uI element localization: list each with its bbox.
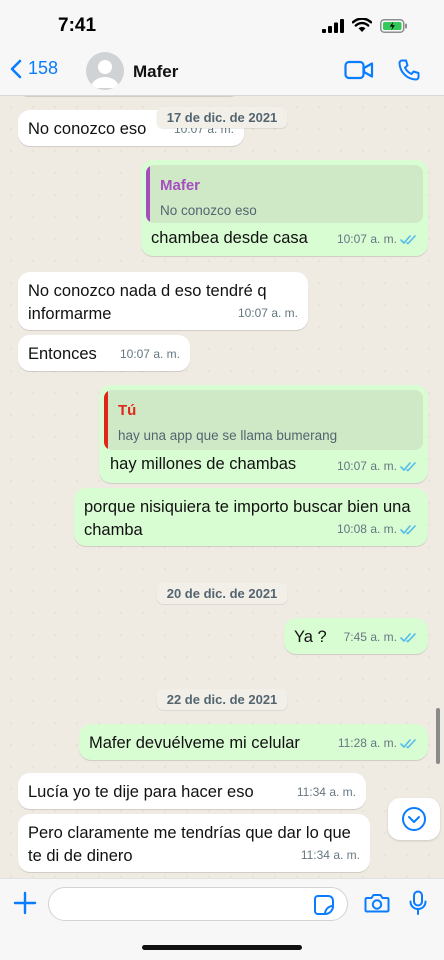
- quote-bar: [104, 390, 108, 450]
- avatar[interactable]: [86, 52, 124, 90]
- message-text: chambea desde casa: [151, 229, 308, 247]
- microphone-button[interactable]: [408, 890, 428, 921]
- quoted-message[interactable]: Tú hay una app que se llama bumerang: [104, 390, 423, 450]
- status-bar: 7:41: [0, 0, 444, 48]
- avatar-icon: [91, 60, 119, 88]
- status-time: 7:41: [58, 15, 97, 36]
- message-time: 10:07 a. m.: [336, 232, 397, 246]
- message-bubble[interactable]: Mafer No conozco eso chambea desde casa …: [141, 160, 428, 256]
- input-bar: [0, 878, 444, 960]
- chat-header: 158 Mafer: [0, 48, 444, 96]
- back-button[interactable]: 158: [10, 58, 58, 79]
- chat-area[interactable]: No conozco eso 10:07 a. m. 17 de dic. de…: [0, 96, 444, 878]
- quote-text: hay una app que se llama bumerang: [118, 428, 338, 443]
- message-text: Entonces: [28, 345, 97, 363]
- quote-bar: [146, 165, 150, 223]
- camera-icon: [364, 894, 390, 913]
- message-meta: 10:07 a. m.: [238, 302, 298, 325]
- message-input[interactable]: [48, 887, 348, 921]
- quote-author: Mafer: [160, 177, 201, 194]
- message-bubble[interactable]: Entonces 10:07 a. m.: [18, 335, 190, 371]
- sticker-button[interactable]: [313, 894, 335, 921]
- chevron-down-icon: [402, 807, 426, 831]
- video-camera-icon: [344, 60, 374, 80]
- plus-icon: [13, 891, 37, 915]
- message-text: Mafer devuélveme mi celular: [89, 734, 300, 752]
- home-indicator: [142, 945, 302, 950]
- phone-icon: [398, 59, 420, 81]
- read-ticks-icon: [400, 235, 416, 245]
- quote-author: Tú: [118, 402, 137, 419]
- message-time: 10:07 a. m.: [237, 306, 298, 320]
- status-icons: [322, 18, 408, 33]
- message-time: 10:08 a. m.: [336, 522, 397, 536]
- message-text: Ya ?: [294, 628, 327, 646]
- message-meta: 10:08 a. m.: [337, 518, 418, 541]
- message-bubble[interactable]: Tú hay una app que se llama bumerang hay…: [99, 385, 428, 483]
- scroll-to-bottom-button[interactable]: [388, 798, 440, 840]
- back-count: 158: [28, 58, 59, 78]
- read-ticks-icon: [400, 739, 416, 749]
- date-chip: 22 de dic. de 2021: [156, 689, 288, 710]
- microphone-icon: [409, 890, 427, 915]
- message-meta: 10:07 a. m.: [337, 455, 418, 478]
- date-chip: 17 de dic. de 2021: [156, 107, 288, 128]
- message-text: No conozco nada d eso tendré q informarm…: [28, 282, 267, 323]
- contact-name[interactable]: Mafer: [133, 62, 178, 82]
- message-bubble[interactable]: No conozco nada d eso tendré q informarm…: [18, 272, 308, 330]
- quote-text: No conozco eso: [160, 203, 257, 218]
- message-bubble[interactable]: Ya ? 7:45 a. m.: [284, 618, 428, 654]
- message-meta: 11:34 a. m.: [297, 781, 356, 804]
- message-meta: 11:34 a. m.: [301, 844, 360, 867]
- message-time: 11:28 a. m.: [337, 736, 397, 750]
- video-call-button[interactable]: [344, 59, 374, 86]
- message-meta: 11:28 a. m.: [338, 732, 418, 755]
- message-bubble[interactable]: Mafer devuélveme mi celular 11:28 a. m.: [79, 724, 428, 760]
- message-meta: 7:45 a. m.: [344, 626, 418, 649]
- read-ticks-icon: [400, 633, 416, 643]
- message-text: hay millones de chambas: [110, 455, 297, 473]
- message-bubble[interactable]: porque nisiquiera te importo buscar bien…: [74, 488, 428, 546]
- message-bubble[interactable]: Pero claramente me tendrías que dar lo q…: [18, 814, 370, 872]
- sticker-icon: [314, 895, 334, 915]
- signal-icon: [322, 18, 344, 33]
- quoted-message[interactable]: Mafer No conozco eso: [146, 165, 423, 223]
- message-time: 11:34 a. m.: [296, 785, 356, 799]
- message-meta: 10:07 a. m.: [120, 343, 180, 366]
- attach-button[interactable]: [12, 890, 38, 921]
- message-text: No conozco eso: [28, 120, 147, 138]
- date-chip: 20 de dic. de 2021: [156, 583, 288, 604]
- read-ticks-icon: [400, 462, 416, 472]
- back-chevron-icon: [10, 59, 22, 78]
- message-time: 10:07 a. m.: [119, 347, 180, 361]
- read-ticks-icon: [400, 525, 416, 535]
- message-time: 11:34 a. m.: [300, 848, 360, 862]
- message-text: Lucía yo te dije para hacer eso: [28, 783, 254, 801]
- message-meta: 10:07 a. m.: [337, 228, 418, 251]
- voice-call-button[interactable]: [397, 58, 421, 87]
- camera-button[interactable]: [364, 892, 390, 919]
- scrollbar[interactable]: [436, 708, 440, 764]
- battery-icon: [380, 18, 407, 33]
- wifi-icon: [352, 18, 372, 32]
- message-time: 10:07 a. m.: [336, 459, 397, 473]
- message-bubble[interactable]: Lucía yo te dije para hacer eso 11:34 a.…: [18, 773, 366, 809]
- message-time: 7:45 a. m.: [343, 630, 397, 644]
